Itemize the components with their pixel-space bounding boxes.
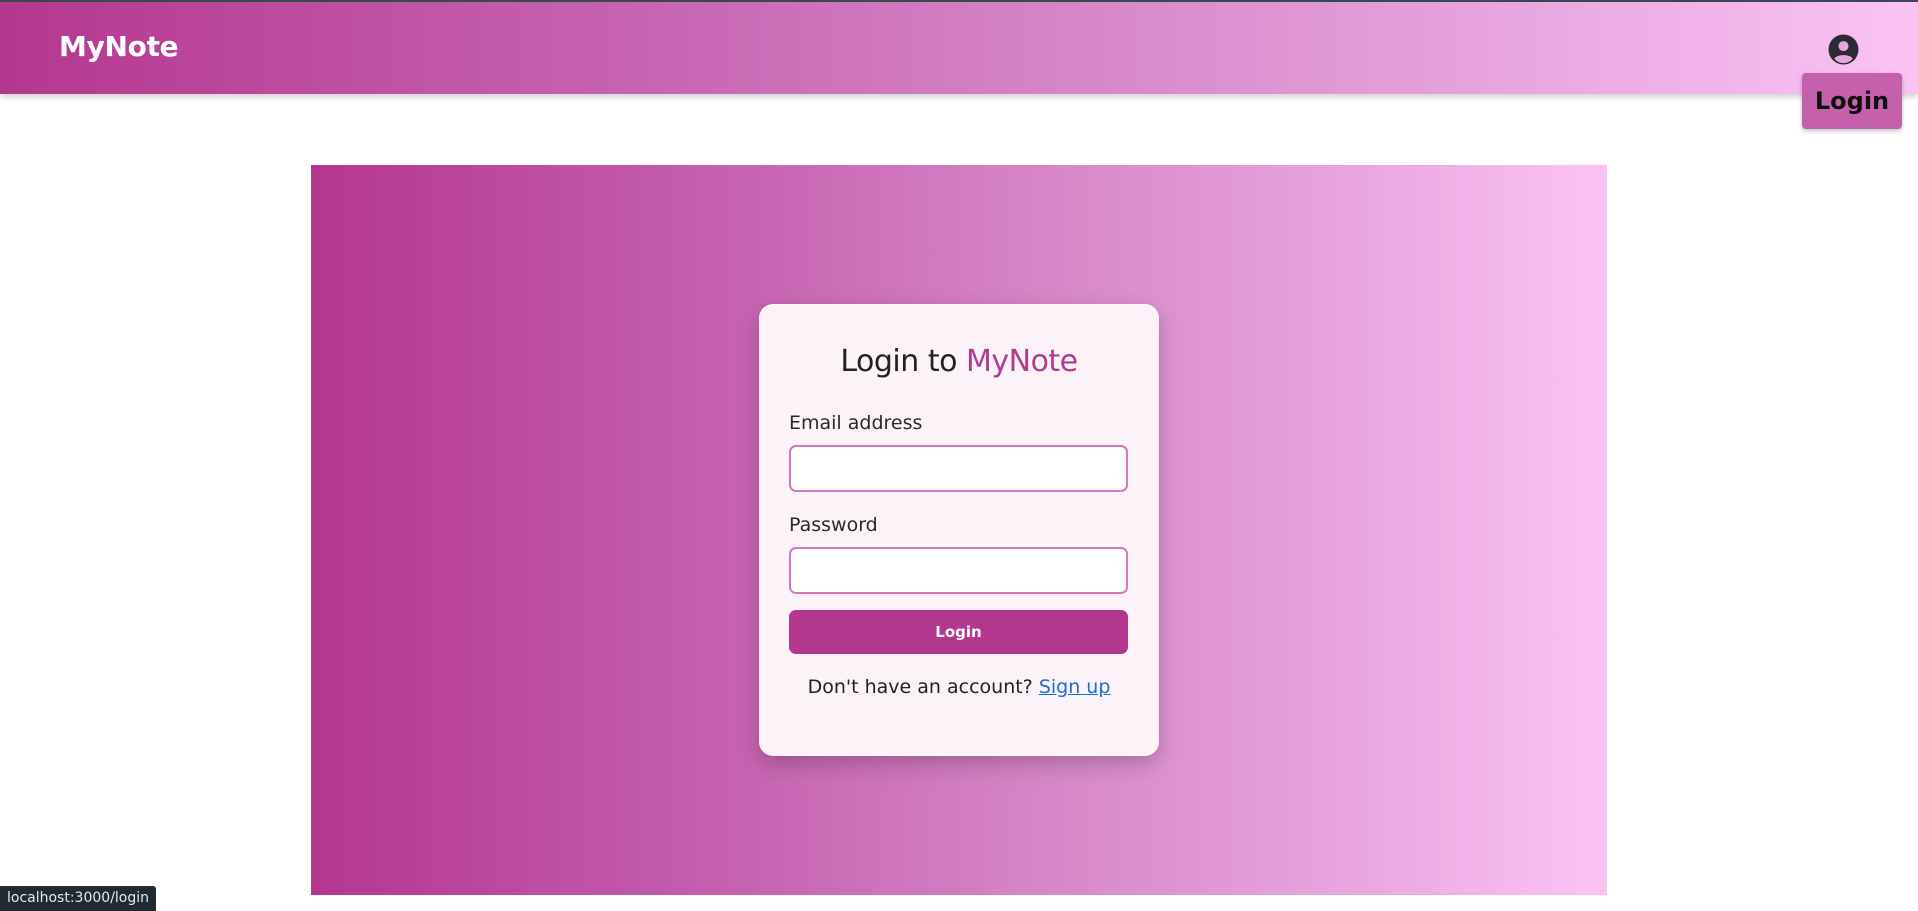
signup-prompt-text: Don't have an account? [807,676,1033,698]
login-submit-button[interactable]: Login [789,610,1128,654]
user-circle-icon[interactable] [1828,34,1859,65]
password-field[interactable] [789,547,1128,594]
navbar-login-button[interactable]: Login [1802,73,1902,129]
brand-logo[interactable]: MyNote [59,30,179,64]
login-card: Login to MyNote Email address Password L… [759,304,1159,756]
email-field[interactable] [789,445,1128,492]
signup-link[interactable]: Sign up [1039,676,1111,698]
browser-status-url: localhost:3000/login [0,886,157,911]
login-title-prefix: Login to [840,344,957,379]
navbar: MyNote [0,2,1918,94]
login-title-brand: MyNote [965,344,1078,379]
login-title: Login to MyNote [759,344,1159,380]
password-label: Password [789,514,878,536]
email-label: Email address [789,412,923,434]
signup-prompt-line: Don't have an account? Sign up [759,675,1159,699]
